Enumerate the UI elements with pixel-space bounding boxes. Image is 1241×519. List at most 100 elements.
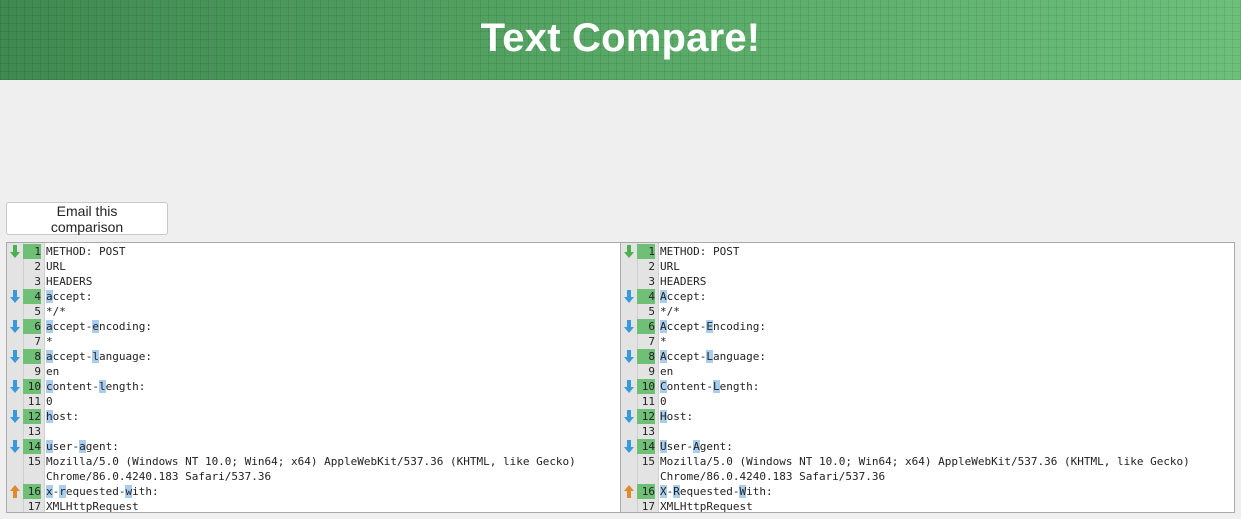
blue-down-icon[interactable] (10, 320, 20, 333)
diff-line: 17 XMLHttpRequest (621, 499, 1234, 512)
green-down-icon[interactable] (10, 245, 20, 258)
blue-down-icon[interactable] (624, 380, 634, 393)
changed-char: c (46, 380, 53, 393)
blue-down-icon[interactable] (624, 440, 634, 453)
line-number: 2 (648, 260, 655, 273)
text-segment: ccept: (52, 290, 93, 303)
line-number: 11 (27, 395, 41, 408)
line-text: Host: (660, 409, 1194, 424)
line-number: 15 (641, 455, 655, 468)
changed-char: C (660, 380, 667, 393)
line-number: 2 (34, 260, 41, 273)
blue-down-icon[interactable] (10, 410, 20, 423)
blue-down-icon[interactable] (10, 380, 20, 393)
diff-line: 5 */* (621, 304, 1234, 319)
line-text: 0 (46, 394, 580, 409)
left-pane[interactable]: 1 METHOD: POST 2 URL 3 HEADERS 4 accept: 5 */* 6 ac… (7, 243, 620, 512)
right-lines: 1 METHOD: POST 2 URL 3 HEADERS 4 Accept: 5 */* 6 Ac… (621, 243, 1234, 512)
diff-line: 7 * (7, 334, 620, 349)
line-text: Accept-Language: (660, 349, 1194, 364)
text-segment: gent: (85, 440, 119, 453)
text-segment: ccept: (666, 290, 707, 303)
blue-down-icon[interactable] (624, 290, 634, 303)
line-text: accept: (46, 289, 580, 304)
diff-line: 16 x-requested-with: (7, 484, 620, 499)
text-segment: * (660, 335, 667, 348)
text-segment: ccept- (666, 350, 707, 363)
line-number: 9 (648, 365, 655, 378)
changed-char: A (660, 290, 667, 303)
orange-up-icon[interactable] (624, 485, 634, 498)
line-text: accept-encoding: (46, 319, 580, 334)
changed-char: a (46, 350, 53, 363)
diff-line: 3 HEADERS (621, 274, 1234, 289)
line-number: 3 (34, 275, 41, 288)
line-number: 7 (34, 335, 41, 348)
line-text: Content-Length: (660, 379, 1194, 394)
line-number: 12 (637, 409, 655, 424)
line-number: 10 (23, 379, 41, 394)
line-number: 4 (23, 289, 41, 304)
changed-char: a (46, 290, 53, 303)
diff-line: 10 content-length: (7, 379, 620, 394)
line-text: */* (46, 304, 580, 319)
diff-line: 11 0 (621, 394, 1234, 409)
text-segment: gent: (699, 440, 733, 453)
blue-down-icon[interactable] (624, 350, 634, 363)
text-segment: en (46, 365, 60, 378)
line-number: 5 (34, 305, 41, 318)
diff-line: 4 accept: (7, 289, 620, 304)
diff-viewer: 1 METHOD: POST 2 URL 3 HEADERS 4 accept: 5 */* 6 ac… (6, 242, 1235, 513)
orange-up-icon[interactable] (10, 485, 20, 498)
changed-char: a (46, 320, 53, 333)
blue-down-icon[interactable] (624, 320, 634, 333)
diff-line: 12 host: (7, 409, 620, 424)
line-number: 9 (34, 365, 41, 378)
green-down-icon[interactable] (624, 245, 634, 258)
blue-down-icon[interactable] (624, 410, 634, 423)
text-segment: METHOD: POST (660, 245, 740, 258)
text-segment: ength: (719, 380, 760, 393)
changed-char: l (98, 380, 106, 393)
changed-char: e (92, 320, 99, 333)
text-segment: ccept- (52, 350, 93, 363)
diff-line: 3 HEADERS (7, 274, 620, 289)
line-number: 16 (637, 484, 655, 499)
line-text: host: (46, 409, 580, 424)
line-number: 5 (648, 305, 655, 318)
text-segment: ength: (105, 380, 146, 393)
changed-char: X (660, 485, 667, 498)
changed-char: R (673, 485, 680, 498)
changed-char: L (712, 380, 720, 393)
diff-line: 1 METHOD: POST (7, 244, 620, 259)
line-text: Accept: (660, 289, 1194, 304)
text-segment: HEADERS (46, 275, 93, 288)
diff-line: 15 Mozilla/5.0 (Windows NT 10.0; Win64; x… (621, 454, 1234, 484)
line-number: 11 (641, 395, 655, 408)
diff-line: 13 (7, 424, 620, 439)
diff-line: 6 Accept-Encoding: (621, 319, 1234, 334)
line-text: 0 (660, 394, 1194, 409)
line-number: 16 (23, 484, 41, 499)
line-number: 12 (23, 409, 41, 424)
changed-char: r (59, 485, 66, 498)
diff-line: 14 user-agent: (7, 439, 620, 454)
line-text: x-requested-with: (46, 484, 580, 499)
right-pane[interactable]: 1 METHOD: POST 2 URL 3 HEADERS 4 Accept: 5 */* 6 Ac… (620, 243, 1234, 512)
blue-down-icon[interactable] (10, 350, 20, 363)
changed-char: l (92, 350, 99, 363)
line-text: * (46, 334, 580, 349)
line-number: 10 (637, 379, 655, 394)
diff-line: 11 0 (7, 394, 620, 409)
changed-char: H (660, 410, 667, 423)
text-segment: ncoding: (713, 320, 766, 333)
text-segment: * (46, 335, 53, 348)
line-number: 8 (637, 349, 655, 364)
diff-line: 16 X-Requested-With: (621, 484, 1234, 499)
blue-down-icon[interactable] (10, 290, 20, 303)
text-segment: ontent- (52, 380, 99, 393)
blue-down-icon[interactable] (10, 440, 20, 453)
page-title: Text Compare! (480, 16, 761, 60)
email-comparison-button[interactable]: Email this comparison (6, 202, 168, 235)
line-text: */* (660, 304, 1194, 319)
